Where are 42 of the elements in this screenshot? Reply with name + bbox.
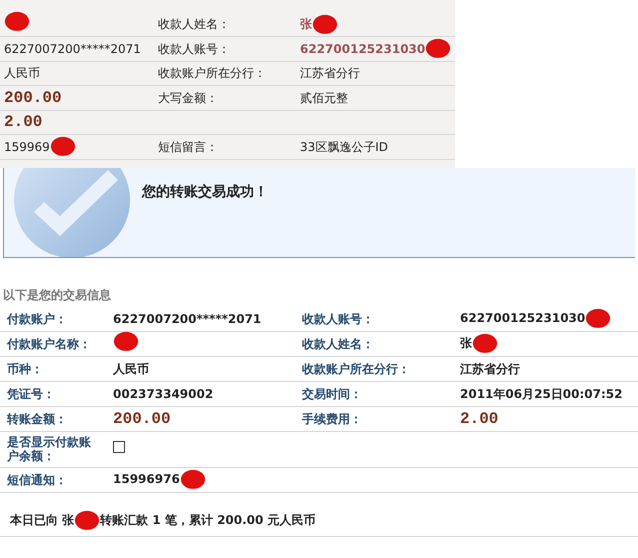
- checkbox[interactable]: [113, 441, 125, 453]
- field-label: 交易时间：: [302, 386, 362, 400]
- field-label: 收款人姓名：: [302, 336, 374, 350]
- value-text: 002373349002: [113, 386, 214, 402]
- field-label: 付款账户名称：: [7, 336, 92, 350]
- field-label: 付款账户：: [7, 312, 68, 326]
- value-text: 人民币: [113, 360, 149, 378]
- field-label: 短信通知：: [7, 472, 68, 486]
- field-label: 短信留言：: [158, 140, 218, 154]
- field-label: 收款账户所在分行：: [302, 362, 410, 376]
- value-text: 2.00: [4, 112, 42, 134]
- field-label: 币种：: [7, 362, 44, 376]
- field-label: 凭证号：: [7, 386, 56, 400]
- value-text: 张: [460, 335, 472, 352]
- field-label: 收款人账号：: [158, 42, 230, 56]
- field-label: 手续费用：: [302, 412, 362, 426]
- section-heading: 以下是您的交易信息: [2, 286, 112, 304]
- value-text: 6227007200*****2071: [113, 310, 262, 328]
- field-label: 收款人姓名：: [158, 17, 230, 31]
- value-text: 622700125231030: [460, 310, 586, 328]
- field-label: 大写金额：: [158, 90, 218, 105]
- value-text: 2011年06月25日00:07:52: [460, 386, 622, 402]
- value-text: 622700125231030: [300, 40, 426, 58]
- value-text: 江苏省分行: [300, 65, 360, 82]
- value-text: 江苏省分行: [460, 360, 520, 378]
- field-label: 收款人账号：: [302, 312, 374, 326]
- value-text: 人民币: [4, 65, 40, 82]
- field-label: 是否显示付款账户余额：: [7, 435, 92, 463]
- value-text: 33区飘逸公子ID: [300, 138, 388, 156]
- summary-text: 本日已向 张: [10, 512, 74, 529]
- summary-text: 转账汇款 1 笔，累计 200.00 元人民币: [100, 512, 316, 529]
- value-text: 200.00: [113, 408, 171, 430]
- value-text: 6227007200*****2071: [4, 40, 141, 58]
- field-label: 转账金额：: [7, 412, 68, 426]
- field-label: 收款账户所在分行：: [158, 66, 266, 80]
- value-text: 15996976: [113, 471, 180, 488]
- value-text: 贰佰元整: [300, 90, 348, 107]
- value-text: 200.00: [4, 88, 62, 109]
- value-text: 张: [300, 16, 312, 33]
- value-text: 159969: [4, 138, 50, 156]
- success-message: 您的转账交易成功！: [142, 182, 268, 202]
- value-text: 2.00: [460, 408, 498, 430]
